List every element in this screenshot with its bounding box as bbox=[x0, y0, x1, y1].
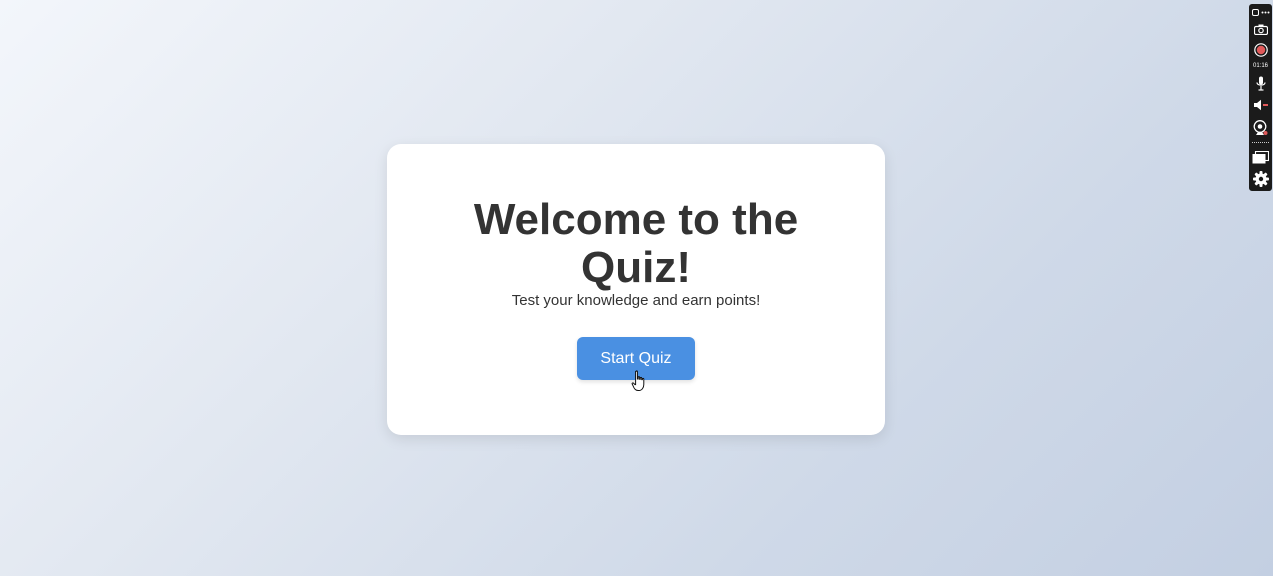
start-quiz-button[interactable]: Start Quiz bbox=[577, 337, 695, 380]
page-title: Welcome to the Quiz! bbox=[473, 195, 799, 292]
gear-icon[interactable] bbox=[1249, 170, 1272, 188]
toolbar-divider bbox=[1252, 142, 1269, 143]
screen-icon[interactable] bbox=[1249, 149, 1272, 165]
more-icon[interactable] bbox=[1260, 7, 1271, 17]
page-subtitle: Test your knowledge and earn points! bbox=[511, 292, 761, 309]
speaker-icon[interactable] bbox=[1249, 97, 1272, 113]
microphone-icon[interactable] bbox=[1249, 75, 1272, 92]
recording-timer: 01:16 bbox=[1252, 63, 1268, 69]
welcome-card: Welcome to the Quiz! Test your knowledge… bbox=[387, 144, 885, 435]
recorder-toolbar: 01:16 bbox=[1249, 4, 1272, 191]
camera-icon[interactable] bbox=[1249, 21, 1272, 37]
record-icon[interactable] bbox=[1249, 42, 1272, 58]
webcam-icon[interactable] bbox=[1249, 119, 1272, 137]
